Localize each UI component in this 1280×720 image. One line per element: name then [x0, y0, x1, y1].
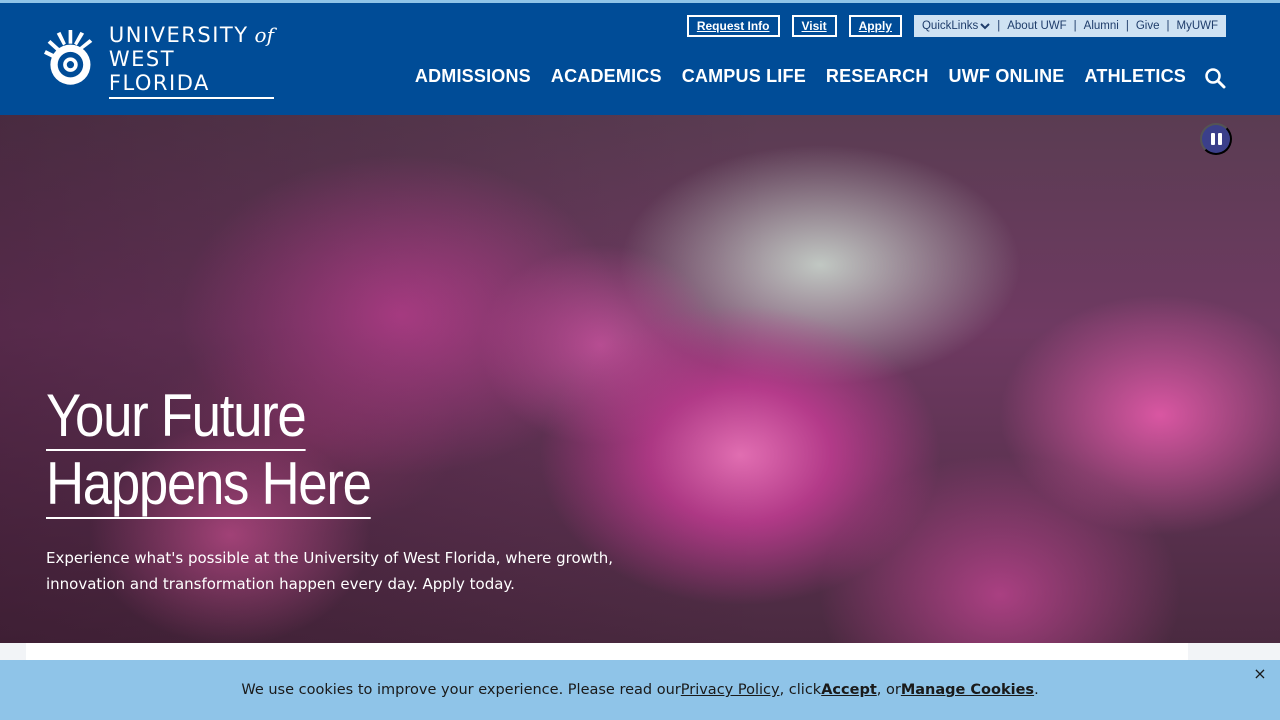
chevron-down-icon [980, 23, 990, 30]
logo-university-text: UNIVERSITY [108, 22, 249, 47]
cookie-text-mid1: , click [779, 682, 822, 698]
logo-wordmark: UNIVERSITY of WEST FLORIDA [108, 22, 274, 100]
cookie-text-intro: We use cookies to improve your experienc… [241, 682, 681, 698]
hero-title-line1: Your Future [46, 382, 307, 451]
separator: | [1073, 20, 1077, 32]
apply-button[interactable]: Apply [848, 15, 902, 37]
about-uwf-link[interactable]: About UWF [1007, 20, 1066, 32]
pause-icon [1210, 133, 1215, 145]
alumni-link[interactable]: Alumni [1084, 20, 1119, 32]
site-header: UNIVERSITY of WEST FLORIDA Request Info … [0, 3, 1280, 115]
quicklinks-label: QuickLinks [921, 20, 979, 32]
nautilus-shell-icon [44, 30, 93, 85]
quicklinks-bar: QuickLinks | About UWF | Alumni | Give |… [913, 15, 1226, 37]
quicklinks-dropdown[interactable]: QuickLinks [922, 20, 990, 32]
cookie-banner: We use cookies to improve your experienc… [0, 660, 1280, 720]
nav-uwf-online[interactable]: UWF ONLINE [949, 66, 1065, 87]
search-button[interactable] [1204, 67, 1226, 89]
nav-research[interactable]: RESEARCH [826, 66, 929, 87]
hero-subtitle: Experience what's possible at the Univer… [46, 549, 614, 593]
hero-title: Your Future Happens Here [46, 382, 372, 519]
pause-icon-bar [1217, 133, 1222, 145]
accept-cookies-link[interactable]: Accept [821, 682, 877, 698]
hero-banner: Your Future Happens Here Experience what… [0, 115, 1280, 643]
nav-admissions[interactable]: ADMISSIONS [415, 66, 531, 87]
manage-cookies-link[interactable]: Manage Cookies [901, 682, 1034, 698]
separator: | [1125, 20, 1129, 32]
request-info-button[interactable]: Request Info [686, 15, 780, 37]
uwf-logo-link[interactable]: UNIVERSITY of WEST FLORIDA [44, 22, 274, 100]
nav-academics[interactable]: ACADEMICS [551, 66, 662, 87]
pause-video-button[interactable] [1200, 123, 1232, 155]
nav-campus-life[interactable]: CAMPUS LIFE [682, 66, 806, 87]
cookie-text-mid2: , or [876, 682, 901, 698]
visit-button[interactable]: Visit [791, 15, 837, 37]
separator: | [1166, 20, 1170, 32]
logo-west-florida-text: WEST FLORIDA [108, 47, 274, 100]
give-link[interactable]: Give [1136, 20, 1160, 32]
nav-athletics[interactable]: ATHLETICS [1085, 66, 1186, 87]
cookie-text-end: . [1034, 682, 1039, 698]
main-nav: ADMISSIONS ACADEMICS CAMPUS LIFE RESEARC… [415, 66, 1186, 87]
search-icon [1205, 68, 1226, 89]
utility-nav: Request Info Visit Apply QuickLinks | Ab… [686, 15, 1226, 37]
hero-title-line2: Happens Here [46, 450, 372, 519]
myuwf-link[interactable]: MyUWF [1176, 20, 1218, 32]
separator: | [997, 20, 1001, 32]
close-icon[interactable]: × [1252, 666, 1268, 682]
privacy-policy-link[interactable]: Privacy Policy [681, 682, 780, 698]
logo-of-text: of [254, 22, 274, 47]
